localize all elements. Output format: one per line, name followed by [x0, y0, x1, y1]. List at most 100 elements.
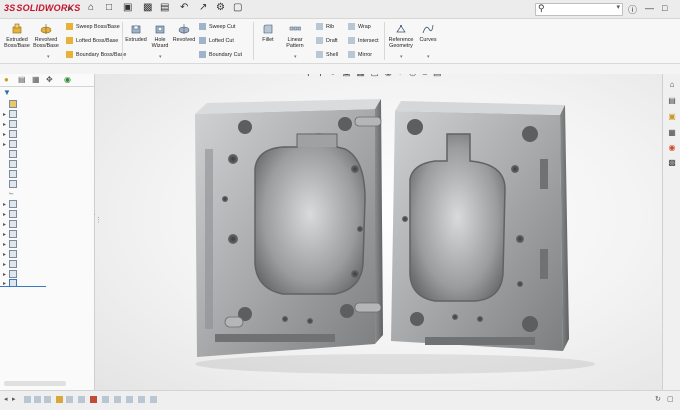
injection-mold-model[interactable]	[185, 89, 595, 379]
minimize-icon[interactable]: —	[645, 3, 654, 13]
view-icon[interactable]	[102, 396, 109, 403]
view-icon[interactable]	[44, 396, 51, 403]
design-library-icon[interactable]: ▤	[667, 96, 677, 106]
tree-item[interactable]: ▸	[3, 220, 17, 228]
linear-pattern-button[interactable]: Linear Pattern	[282, 23, 308, 49]
reference-geometry-button[interactable]: Reference Geometry	[388, 23, 414, 49]
undo-icon[interactable]: ↶	[180, 2, 188, 13]
dropdown-arrow-icon[interactable]: ▾	[400, 54, 403, 60]
hole-wizard-button[interactable]: Hole Wizard	[149, 23, 171, 49]
curves-button[interactable]: Curves	[418, 23, 438, 43]
view-icon[interactable]	[66, 396, 73, 403]
graphics-area[interactable]: ⚲ ⚲ ↺ ▣ ▦ ▢ ◉ ◐ ◎ ■ ▤	[95, 74, 662, 390]
feature-tree-tab-icon[interactable]: ●	[4, 75, 9, 84]
hide-show-icon[interactable]: ◐	[398, 74, 403, 77]
dynamic-annotation-icon[interactable]: ▦	[356, 74, 365, 78]
tree-item[interactable]: ▸	[3, 120, 17, 128]
swept-cut-button[interactable]: Sweep Cut	[199, 23, 235, 30]
shell-button[interactable]: Shell	[316, 51, 338, 58]
view-icon[interactable]	[24, 396, 31, 403]
tree-item[interactable]: ▸	[3, 270, 17, 278]
intersect-button[interactable]: Intersect	[348, 37, 379, 44]
fillet-button[interactable]: Fillet	[258, 23, 278, 43]
view-icon[interactable]	[90, 396, 97, 403]
lofted-cut-button[interactable]: Lofted Cut	[199, 37, 234, 44]
rebuild-status-icon[interactable]: ↻	[655, 395, 662, 403]
lofted-boss-button[interactable]: Lofted Boss/Base	[66, 37, 118, 44]
tree-item[interactable]: ▸	[3, 200, 17, 208]
mirror-button[interactable]: Mirror	[348, 51, 372, 58]
dropdown-arrow-icon[interactable]: ▾	[159, 54, 162, 60]
tree-item[interactable]: ▸	[3, 250, 17, 258]
view-icon[interactable]	[138, 396, 145, 403]
scroll-left-icon[interactable]: ◂	[4, 395, 11, 403]
section-view-icon[interactable]: ▣	[342, 74, 351, 78]
tree-item[interactable]: ▸	[3, 230, 17, 238]
boundary-cut-button[interactable]: Boundary Cut	[199, 51, 242, 58]
tree-item[interactable]	[3, 100, 17, 108]
revolved-cut-button[interactable]: Revolved	[172, 23, 196, 43]
splitter-handle-icon[interactable]: ⋮	[95, 216, 102, 224]
horizontal-scrollbar[interactable]	[4, 381, 66, 386]
dropdown-arrow-icon[interactable]: ▾	[427, 54, 430, 60]
wrap-button[interactable]: Wrap	[348, 23, 371, 30]
appearances-icon[interactable]: ◉	[667, 143, 677, 153]
tree-item[interactable]: ▸	[3, 260, 17, 268]
tree-item[interactable]	[3, 180, 17, 188]
units-icon[interactable]: ▢	[667, 395, 674, 403]
draft-button[interactable]: Draft	[316, 37, 338, 44]
tree-item[interactable]: ▸	[3, 240, 17, 248]
display-manager-tab-icon[interactable]: ◉	[64, 75, 71, 84]
tree-item[interactable]	[3, 160, 17, 168]
resources-home-icon[interactable]: ⌂	[667, 80, 677, 90]
extruded-boss-button[interactable]: Extruded Boss/Base	[4, 23, 30, 49]
rebuild-icon[interactable]: ⚙	[216, 2, 225, 13]
appearance-icon[interactable]: ◎	[409, 74, 417, 78]
view-icon[interactable]	[56, 396, 63, 403]
dropdown-arrow-icon[interactable]: ▾	[47, 54, 50, 60]
custom-properties-icon[interactable]: ▩	[667, 158, 677, 168]
filter-icon[interactable]: ▼	[3, 88, 11, 97]
dropdown-arrow-icon[interactable]: ▾	[294, 54, 297, 60]
help-icon[interactable]: ⓘ	[628, 3, 637, 16]
rib-button[interactable]: Rib	[316, 23, 334, 30]
view-orientation-icon[interactable]: ▢	[370, 74, 379, 78]
tree-item[interactable]	[3, 170, 17, 178]
display-style-icon[interactable]: ◉	[384, 74, 392, 78]
tree-item[interactable]	[3, 150, 17, 158]
view-settings-icon[interactable]: ▤	[433, 74, 442, 78]
tree-item[interactable]: ▸	[3, 110, 17, 118]
revolved-boss-button[interactable]: Revolved Boss/Base	[33, 23, 59, 49]
file-explorer-icon[interactable]: ▣	[667, 112, 677, 122]
extruded-cut-button[interactable]: Extruded	[124, 23, 148, 43]
scene-icon[interactable]: ■	[422, 74, 427, 77]
mold-half-right[interactable]	[391, 101, 569, 351]
save-icon[interactable]: ▩	[143, 2, 152, 13]
dimxpert-tab-icon[interactable]: ✥	[46, 75, 53, 84]
view-icon[interactable]	[150, 396, 157, 403]
search-field[interactable]: ⚲ ▾	[535, 3, 623, 16]
chevron-down-icon[interactable]: ▾	[616, 3, 620, 11]
print-icon[interactable]: ▤	[160, 2, 169, 13]
sweep-boss-button[interactable]: Sweep Boss/Base	[66, 23, 120, 30]
view-icon[interactable]	[126, 396, 133, 403]
view-icon[interactable]	[34, 396, 41, 403]
view-icon[interactable]	[114, 396, 121, 403]
zoom-to-fit-icon[interactable]: ⚲	[305, 74, 312, 78]
view-icon[interactable]	[78, 396, 85, 403]
previous-view-icon[interactable]: ↺	[329, 74, 337, 78]
options-icon[interactable]: ▢	[233, 2, 242, 13]
tree-item[interactable]: ⌙	[3, 190, 14, 198]
tree-item[interactable]: ▸	[3, 130, 17, 138]
select-icon[interactable]: ↗	[199, 2, 207, 13]
configuration-tab-icon[interactable]: ▦	[32, 75, 40, 84]
zoom-area-icon[interactable]: ⚲	[317, 74, 324, 78]
property-manager-tab-icon[interactable]: ▤	[18, 75, 26, 84]
boundary-boss-button[interactable]: Boundary Boss/Base	[66, 51, 126, 58]
new-document-icon[interactable]: □	[106, 2, 112, 13]
maximize-icon[interactable]: □	[662, 3, 667, 13]
mold-half-left[interactable]	[195, 99, 383, 357]
view-palette-icon[interactable]: ▦	[667, 128, 677, 138]
tree-item[interactable]: ▸	[3, 140, 17, 148]
rollback-bar[interactable]	[0, 286, 46, 287]
